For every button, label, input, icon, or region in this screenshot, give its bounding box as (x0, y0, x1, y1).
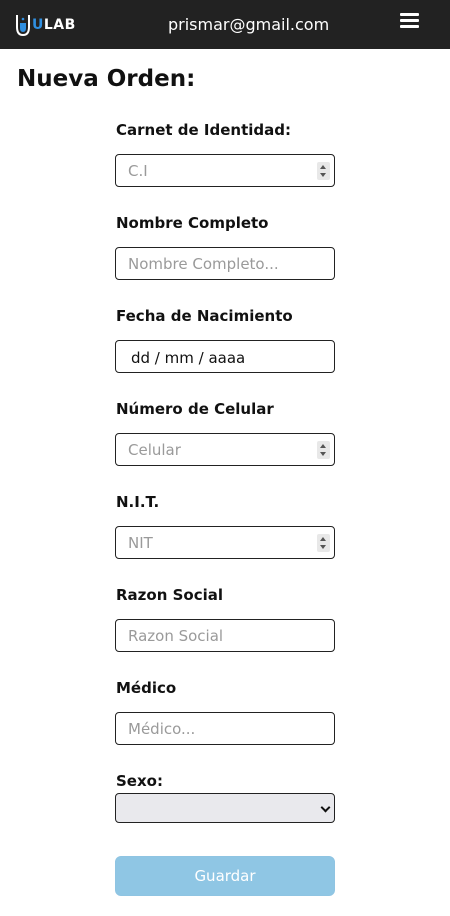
razon-field[interactable] (115, 619, 335, 652)
sexo-label: Sexo: (116, 772, 163, 790)
fecha-input[interactable]: dd / mm / aaaa (131, 348, 245, 368)
ci-label: Carnet de Identidad: (116, 121, 291, 139)
nit-input[interactable] (116, 527, 334, 558)
ci-spinner-icon[interactable] (317, 162, 330, 180)
ulab-logo[interactable]: ULAB (15, 12, 76, 38)
celular-label: Número de Celular (116, 400, 274, 418)
nombre-field[interactable] (115, 247, 335, 280)
celular-input[interactable] (116, 434, 334, 465)
save-button[interactable]: Guardar (115, 856, 335, 896)
nombre-input[interactable] (116, 248, 334, 279)
fecha-label: Fecha de Nacimiento (116, 307, 293, 325)
hamburger-icon[interactable] (400, 13, 419, 29)
fecha-field[interactable]: dd / mm / aaaa (115, 340, 335, 373)
razon-input[interactable] (116, 620, 334, 651)
page-title: Nueva Orden: (17, 66, 196, 92)
ci-field[interactable] (115, 154, 335, 187)
celular-field[interactable] (115, 433, 335, 466)
flask-icon (16, 15, 30, 37)
chevron-down-icon (320, 802, 331, 813)
medico-label: Médico (116, 679, 177, 697)
top-navbar: ULAB prismar@gmail.com (0, 0, 450, 49)
nit-spinner-icon[interactable] (317, 534, 330, 552)
celular-spinner-icon[interactable] (317, 441, 330, 459)
user-email: prismar@gmail.com (168, 15, 330, 34)
nit-field[interactable] (115, 526, 335, 559)
razon-label: Razon Social (116, 586, 224, 604)
nombre-label: Nombre Completo (116, 214, 269, 232)
sexo-select[interactable] (115, 793, 335, 823)
logo-text: ULAB (32, 17, 76, 33)
medico-input[interactable] (116, 713, 334, 744)
nit-label: N.I.T. (116, 493, 160, 511)
ci-input[interactable] (116, 155, 334, 186)
medico-field[interactable] (115, 712, 335, 745)
